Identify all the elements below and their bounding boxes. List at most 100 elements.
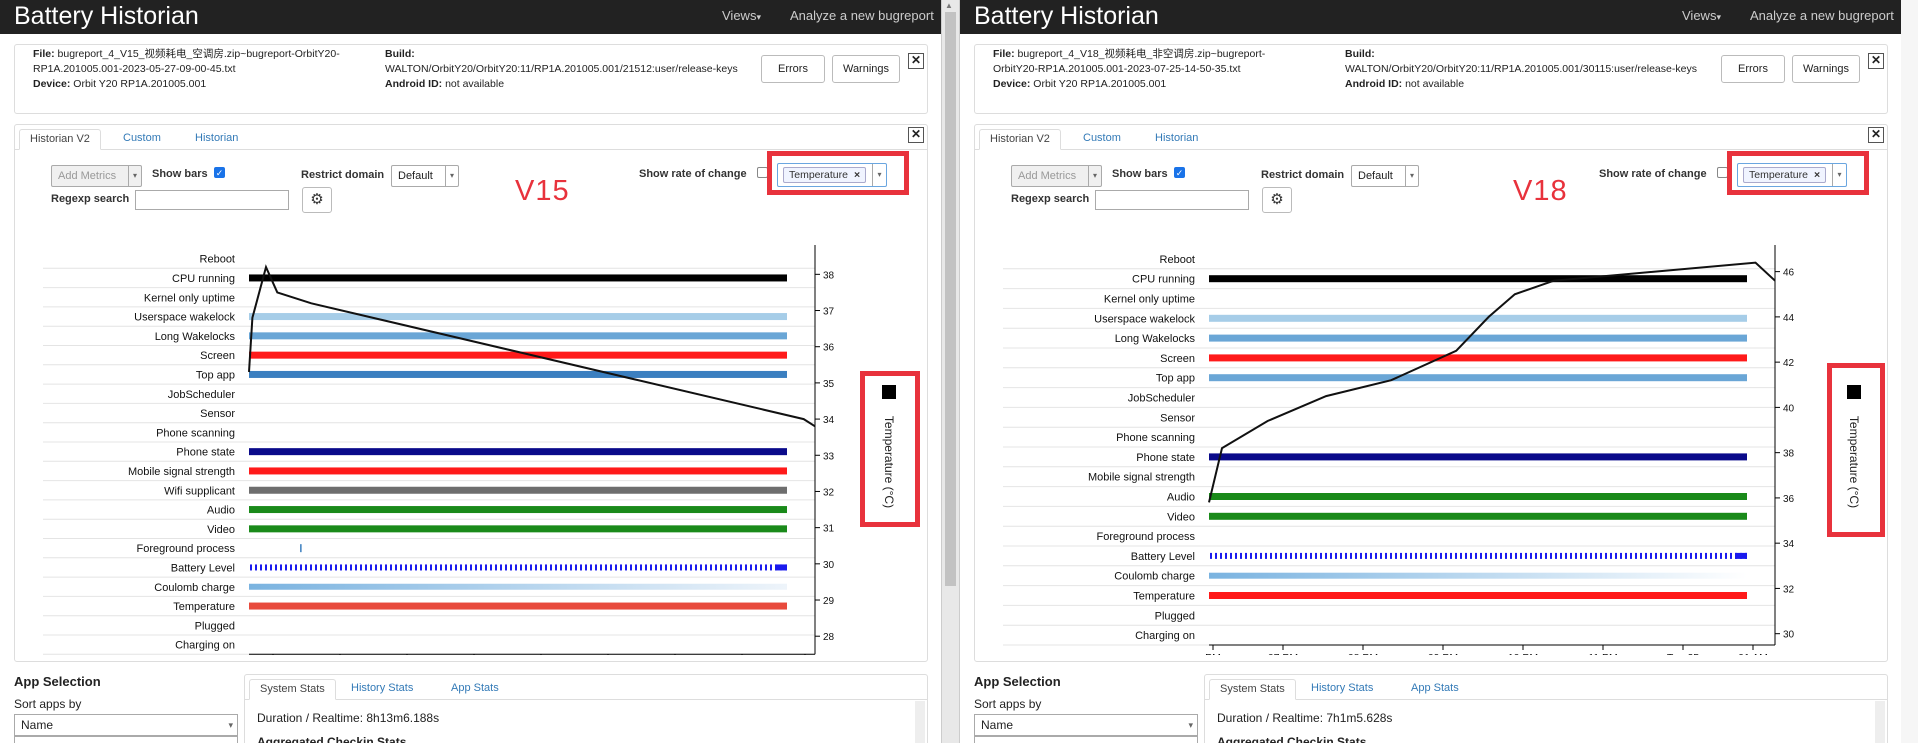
analyze-new-bugreport-link[interactable]: Analyze a new bugreport xyxy=(1750,8,1894,23)
analyze-new-bugreport-link[interactable]: Analyze a new bugreport xyxy=(790,8,934,23)
tab-system-stats[interactable]: System Stats xyxy=(249,679,336,700)
navbar: Battery Historian Views▾ Analyze a new b… xyxy=(0,0,941,34)
row-label: Foreground process xyxy=(137,543,236,555)
highlight-metric-box xyxy=(1727,151,1869,195)
row-label: Plugged xyxy=(195,620,235,632)
tab-app-stats[interactable]: App Stats xyxy=(1401,679,1469,700)
app-select-list[interactable] xyxy=(14,736,238,743)
file-info-box: File: bugreport_4_V18_视频耗电_非空调房.zip~bugr… xyxy=(974,44,1888,114)
tab-history-stats[interactable]: History Stats xyxy=(341,679,423,700)
sort-apps-select[interactable]: Name ▾ xyxy=(14,714,238,736)
row-label: CPU running xyxy=(1132,274,1195,286)
timeline-chart: Reboot CPU running Kernel only uptime Users… xyxy=(1003,245,1795,655)
battery-level-end xyxy=(1735,552,1747,559)
tab-app-stats[interactable]: App Stats xyxy=(441,679,509,700)
x-tick-label: 01 AM xyxy=(1738,652,1768,655)
y-tick-label: 29 xyxy=(823,596,835,607)
tab-historian[interactable]: Historian xyxy=(1145,129,1208,150)
view-tabs: Historian V2 Custom Historian xyxy=(15,125,927,150)
coulomb-charge-bar xyxy=(1209,572,1747,579)
close-historian-icon[interactable]: ✕ xyxy=(908,127,924,143)
row-bar xyxy=(249,313,787,321)
warnings-button[interactable]: Warnings xyxy=(832,55,900,83)
app-title[interactable]: Battery Historian xyxy=(974,2,1159,31)
y-tick-label: 36 xyxy=(1783,494,1795,505)
add-metrics-select[interactable]: Add Metrics ▾ xyxy=(1011,165,1102,187)
errors-button[interactable]: Errors xyxy=(1721,55,1785,83)
row-bar xyxy=(249,370,787,378)
row-label: JobScheduler xyxy=(1128,393,1196,405)
y-tick-label: 44 xyxy=(1783,313,1795,324)
row-bar xyxy=(1209,493,1747,500)
tab-historian-v2[interactable]: Historian V2 xyxy=(19,129,101,150)
errors-button[interactable]: Errors xyxy=(761,55,825,83)
highlight-metric-box xyxy=(767,151,909,195)
tab-historian-v2[interactable]: Historian V2 xyxy=(979,129,1061,150)
page-scrollbar[interactable]: ▲ xyxy=(941,0,960,743)
close-file-info-icon[interactable]: ✕ xyxy=(1868,53,1884,69)
legend-label: Temperature (°C) xyxy=(1847,415,1861,509)
historian-box: Historian V2 Custom Historian ✕ Add Metr… xyxy=(14,124,928,662)
sort-apps-select[interactable]: Name ▾ xyxy=(974,714,1198,736)
row-label: Wifi supplicant xyxy=(164,485,235,497)
restrict-domain-select[interactable]: Default ▾ xyxy=(1351,165,1419,187)
y-tick-label: 36 xyxy=(823,343,835,354)
scroll-up-icon[interactable]: ▲ xyxy=(945,1,953,10)
y-tick-label: 28 xyxy=(823,632,835,643)
row-label: Charging on xyxy=(175,640,235,652)
close-historian-icon[interactable]: ✕ xyxy=(1868,127,1884,143)
row-label: Kernel only uptime xyxy=(144,292,235,304)
row-label: Temperature xyxy=(173,601,235,613)
y-tick-label: 32 xyxy=(823,487,835,498)
row-bar xyxy=(249,448,787,456)
row-label: Battery Level xyxy=(1131,551,1195,563)
row-bar xyxy=(1209,314,1747,322)
row-bar xyxy=(249,486,787,494)
restrict-domain-select[interactable]: Default ▾ xyxy=(391,165,459,187)
x-tick-label: 08 PM xyxy=(1348,652,1378,655)
left-report-panel: Battery Historian Views▾ Analyze a new b… xyxy=(0,0,941,743)
x-tick-label: Tue 25 xyxy=(1667,652,1699,655)
row-label: Reboot xyxy=(200,254,235,266)
row-label: Phone state xyxy=(1136,452,1195,464)
stats-scrollbar[interactable] xyxy=(1875,701,1885,743)
tab-system-stats[interactable]: System Stats xyxy=(1209,679,1296,700)
row-label: Reboot xyxy=(1160,254,1195,266)
show-bars-checkbox[interactable]: ✓ xyxy=(1174,167,1185,178)
views-menu[interactable]: Views▾ xyxy=(1682,8,1721,23)
device-info: Device: Orbit Y20 RP1A.201005.001 xyxy=(33,78,207,90)
show-bars-label: Show bars xyxy=(152,168,208,180)
row-label: Charging on xyxy=(1135,630,1195,642)
build-info: WALTON/OrbitY20/OrbitY20:11/RP1A.201005.… xyxy=(385,63,738,75)
row-bar xyxy=(1209,592,1747,599)
android-id-info: Android ID: not available xyxy=(1345,78,1465,90)
build-label: Build: xyxy=(1345,48,1375,60)
add-metrics-select[interactable]: Add Metrics ▾ xyxy=(51,165,142,187)
app-selection-title: App Selection xyxy=(974,674,1061,689)
stats-scrollbar[interactable] xyxy=(915,701,925,743)
warnings-button[interactable]: Warnings xyxy=(1792,55,1860,83)
x-tick-label: 09 PM xyxy=(1428,652,1458,655)
android-id-info: Android ID: not available xyxy=(385,78,505,90)
tab-historian[interactable]: Historian xyxy=(185,129,248,150)
row-label: Screen xyxy=(1160,353,1195,365)
tab-custom[interactable]: Custom xyxy=(113,129,171,150)
row-label: Video xyxy=(207,524,235,536)
row-label: CPU running xyxy=(172,273,235,285)
show-bars-checkbox[interactable]: ✓ xyxy=(214,167,225,178)
x-tick-label: 10 PM xyxy=(1508,652,1538,655)
tab-history-stats[interactable]: History Stats xyxy=(1301,679,1383,700)
views-menu[interactable]: Views▾ xyxy=(722,8,761,23)
app-select-list[interactable] xyxy=(974,736,1198,743)
row-bar xyxy=(1209,374,1747,382)
legend-label: Temperature (°C) xyxy=(882,415,896,509)
coulomb-charge-bar xyxy=(249,583,787,590)
y-tick-label: 42 xyxy=(1783,358,1795,369)
app-title[interactable]: Battery Historian xyxy=(14,2,199,31)
row-label: Foreground process xyxy=(1097,531,1196,543)
scrollbar-thumb[interactable] xyxy=(945,12,956,586)
close-file-info-icon[interactable]: ✕ xyxy=(908,53,924,69)
tab-custom[interactable]: Custom xyxy=(1073,129,1131,150)
battery-level-end xyxy=(775,564,787,571)
legend-swatch xyxy=(882,385,896,399)
